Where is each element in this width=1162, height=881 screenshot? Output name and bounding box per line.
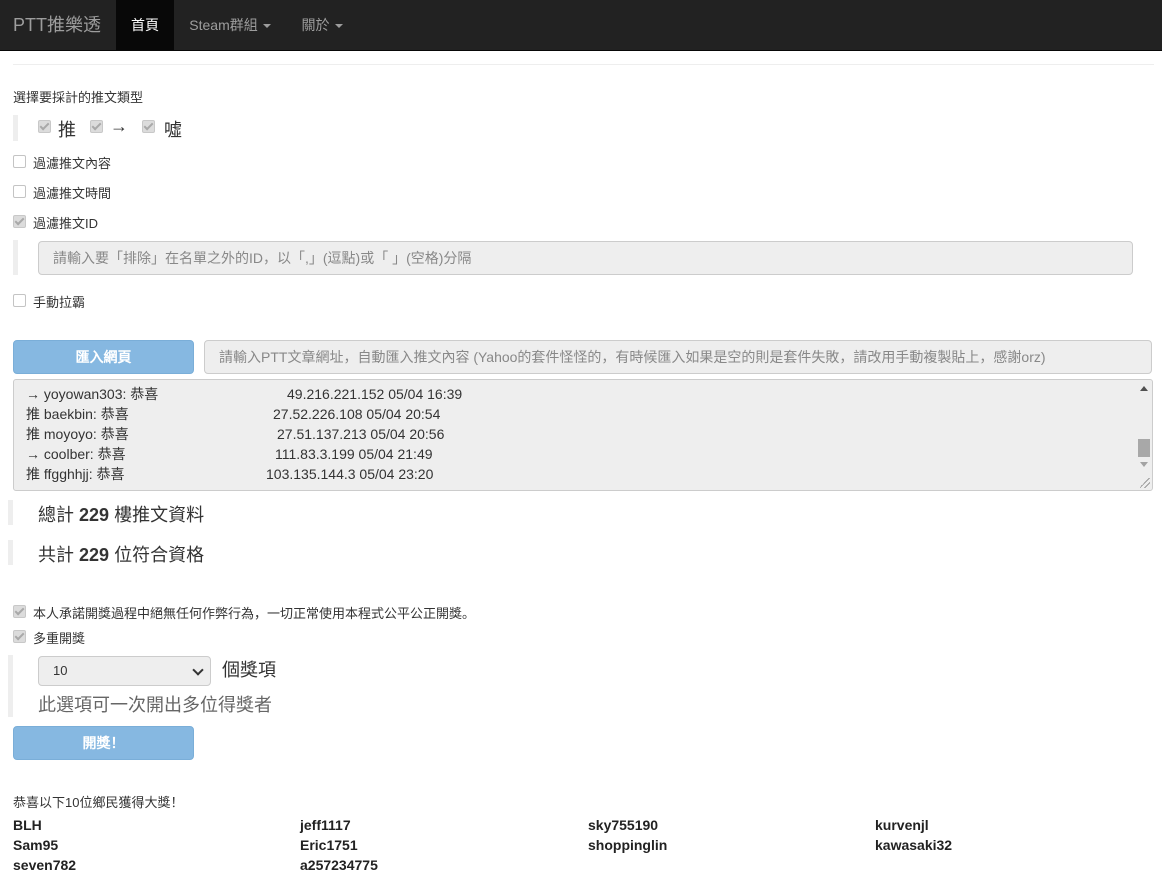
nav-about[interactable]: 關於 bbox=[286, 0, 358, 50]
brand-logo[interactable]: PTT推樂透 bbox=[13, 0, 101, 50]
multi-draw-label: 多重開獎 bbox=[33, 631, 86, 646]
manual-slot-label: 手動拉霸 bbox=[33, 295, 86, 310]
total-push-stat: 總計 229 樓推文資料 bbox=[38, 501, 204, 527]
scroll-down-icon[interactable] bbox=[1140, 462, 1148, 467]
prize-count-value: 10 bbox=[53, 663, 68, 678]
push-line-meta: 27.52.226.108 05/04 20:54 bbox=[273, 406, 441, 422]
quote-bar bbox=[13, 115, 18, 141]
push-line-text: → coolber: 恭喜 bbox=[26, 446, 126, 462]
filter-content-checkbox[interactable] bbox=[13, 155, 26, 168]
winner-name: BLH bbox=[13, 817, 42, 833]
push-line: → yoyowan303: 恭喜 49.216.221.152 05/04 16:… bbox=[26, 384, 462, 404]
winner-name: Eric1751 bbox=[300, 837, 358, 853]
exclude-id-input[interactable]: 請輸入要「排除」在名單之外的ID，以「,」(逗點)或「 」(空格)分隔 bbox=[38, 241, 1133, 275]
chevron-down-icon bbox=[334, 24, 343, 29]
push-label: 推 bbox=[58, 120, 76, 140]
push-line: 推 moyoyo: 恭喜 27.51.137.213 05/04 20:56 bbox=[26, 424, 444, 444]
push-checkbox[interactable] bbox=[38, 120, 51, 133]
nav-about-label: 關於 bbox=[301, 17, 330, 33]
exclude-id-placeholder: 請輸入要「排除」在名單之外的ID，以「,」(逗點)或「 」(空格)分隔 bbox=[53, 250, 472, 266]
prize-unit-label: 個獎項 bbox=[222, 660, 276, 680]
push-line-meta: 27.51.137.213 05/04 20:56 bbox=[277, 426, 445, 442]
textarea-scrollbar[interactable] bbox=[1135, 380, 1152, 490]
divider bbox=[13, 64, 1154, 65]
manual-slot-checkbox[interactable] bbox=[13, 294, 26, 307]
winner-name: Sam95 bbox=[13, 837, 59, 853]
push-line-text: 推 moyoyo: 恭喜 bbox=[26, 426, 129, 442]
push-line: 推 ffgghhjj: 恭喜 103.135.144.3 05/04 23:20 bbox=[26, 464, 433, 484]
multi-draw-hint: 此選項可一次開出多位得獎者 bbox=[38, 695, 272, 715]
nav-steam-group-label: Steam群組 bbox=[189, 17, 258, 33]
arrow-checkbox[interactable] bbox=[90, 120, 103, 133]
qualified-count: 229 bbox=[79, 545, 110, 565]
multi-draw-checkbox[interactable] bbox=[13, 630, 26, 643]
nav-home[interactable]: 首頁 bbox=[116, 0, 174, 50]
filter-time-checkbox[interactable] bbox=[13, 185, 26, 198]
arrow-label: → bbox=[110, 116, 128, 136]
nav-home-label: 首頁 bbox=[131, 17, 159, 33]
chevron-down-icon bbox=[192, 664, 204, 676]
boo-checkbox[interactable] bbox=[142, 120, 155, 133]
import-page-button[interactable]: 匯入網頁 bbox=[13, 340, 194, 374]
navbar: PTT推樂透 首頁 Steam群組 關於 bbox=[0, 0, 1162, 51]
winner-name: seven782 bbox=[13, 857, 77, 873]
push-line-meta: 103.135.144.3 05/04 23:20 bbox=[266, 466, 434, 482]
total-prefix: 總計 bbox=[38, 505, 74, 525]
winner-name: kawasaki32 bbox=[875, 837, 953, 853]
push-line-text: 推 baekbin: 恭喜 bbox=[26, 406, 129, 422]
push-line-meta: 49.216.221.152 05/04 16:39 bbox=[287, 386, 463, 402]
filter-id-label: 過濾推文ID bbox=[33, 216, 99, 231]
quote-bar bbox=[13, 240, 18, 275]
total-suffix: 樓推文資料 bbox=[114, 505, 205, 525]
ptt-url-placeholder: 請輸入PTT文章網址，自動匯入推文內容 (Yahoo的套件怪怪的，有時候匯入如果… bbox=[219, 349, 1046, 365]
push-line: → coolber: 恭喜 111.83.3.199 05/04 21:49 bbox=[26, 444, 433, 464]
winner-name: kurvenjl bbox=[875, 817, 929, 833]
nav-steam-group[interactable]: Steam群組 bbox=[175, 0, 285, 50]
results-heading: 恭喜以下10位鄉民獲得大獎！ bbox=[13, 795, 184, 810]
winner-name: jeff1117 bbox=[300, 817, 351, 833]
scroll-thumb[interactable] bbox=[1138, 439, 1150, 457]
fair-promise-checkbox[interactable] bbox=[13, 605, 26, 618]
push-line-meta: 111.83.3.199 05/04 21:49 bbox=[275, 446, 433, 462]
qualified-prefix: 共計 bbox=[38, 545, 74, 565]
filter-id-checkbox[interactable] bbox=[13, 215, 26, 228]
push-type-heading: 選擇要採計的推文類型 bbox=[13, 90, 144, 105]
boo-label: 噓 bbox=[164, 120, 182, 140]
draw-button[interactable]: 開獎！ bbox=[13, 726, 194, 760]
scroll-up-icon[interactable] bbox=[1140, 386, 1148, 391]
resize-grip-icon[interactable] bbox=[1140, 478, 1150, 488]
qualified-stat: 共計 229 位符合資格 bbox=[38, 541, 204, 567]
push-line-text: 推 ffgghhjj: 恭喜 bbox=[26, 466, 125, 482]
qualified-suffix: 位符合資格 bbox=[114, 545, 205, 565]
winner-name: a257234775 bbox=[300, 857, 378, 873]
prize-count-select[interactable]: 10 bbox=[38, 656, 211, 686]
chevron-down-icon bbox=[262, 24, 271, 29]
quote-bar bbox=[8, 655, 13, 717]
filter-time-label: 過濾推文時間 bbox=[33, 186, 112, 201]
push-line: 推 baekbin: 恭喜 27.52.226.108 05/04 20:54 bbox=[26, 404, 440, 424]
push-content-textarea[interactable]: → yoyowan303: 恭喜 49.216.221.152 05/04 16:… bbox=[13, 379, 1153, 491]
winner-name: shoppinglin bbox=[588, 837, 668, 853]
filter-content-label: 過濾推文內容 bbox=[33, 156, 112, 171]
total-count: 229 bbox=[79, 505, 110, 525]
fair-promise-label: 本人承諾開獎過程中絕無任何作弊行為，一切正常使用本程式公平公正開獎。 bbox=[33, 606, 476, 621]
winner-name: sky755190 bbox=[588, 817, 659, 833]
ptt-url-input[interactable]: 請輸入PTT文章網址，自動匯入推文內容 (Yahoo的套件怪怪的，有時候匯入如果… bbox=[204, 340, 1152, 374]
quote-bar bbox=[8, 540, 13, 565]
quote-bar bbox=[8, 500, 13, 525]
push-line-text: → yoyowan303: 恭喜 bbox=[26, 386, 159, 402]
